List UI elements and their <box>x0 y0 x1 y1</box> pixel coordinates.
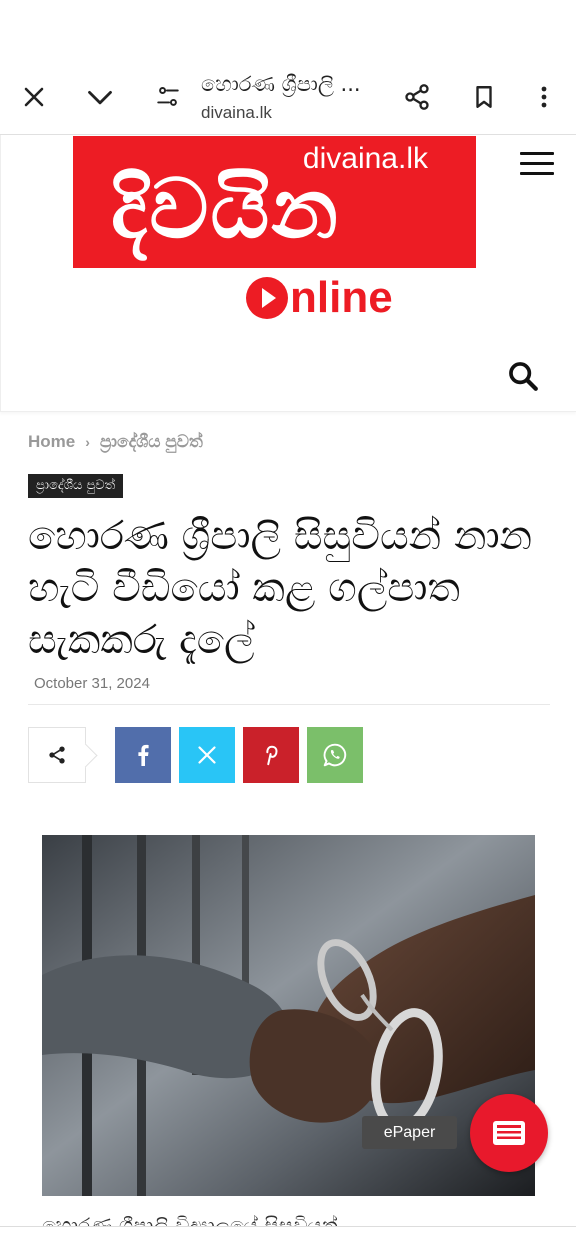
bottom-divider <box>0 1226 576 1227</box>
whatsapp-icon <box>323 743 347 767</box>
epaper-button[interactable] <box>470 1094 548 1172</box>
share-bar <box>28 727 363 783</box>
browser-toolbar: හොරණ ශ්‍රීපාලි ... divaina.lk <box>0 60 576 135</box>
x-share-button[interactable] <box>179 727 235 783</box>
newspaper-icon <box>493 1121 525 1145</box>
breadcrumb-separator: › <box>85 434 90 450</box>
category-tag[interactable]: ප්‍රාදේශීය පුවත් <box>28 474 124 498</box>
breadcrumb-category[interactable]: ප්‍රාදේශීය පුවත් <box>100 432 203 452</box>
facebook-share-button[interactable] <box>115 727 171 783</box>
more-vert-icon[interactable] <box>528 81 560 113</box>
page-title-block[interactable]: හොරණ ශ්‍රීපාලි ... divaina.lk <box>201 72 391 123</box>
logo-online: nline <box>246 273 393 323</box>
article-date: October 31, 2024 <box>34 675 150 692</box>
share-icon <box>49 746 65 764</box>
article-headline: හොරණ ශ්‍රීපාලි සිසුවියන් නාන හැටි වීඩියෝ… <box>28 513 533 663</box>
pinterest-icon <box>266 745 278 766</box>
tune-icon[interactable] <box>152 81 184 113</box>
breadcrumb-home[interactable]: Home <box>28 432 75 452</box>
menu-icon[interactable] <box>520 152 554 176</box>
whatsapp-share-button[interactable] <box>307 727 363 783</box>
share-toggle-button[interactable] <box>28 727 86 783</box>
search-icon[interactable] <box>506 359 540 393</box>
facebook-icon <box>138 744 149 766</box>
page-domain: divaina.lk <box>201 103 272 122</box>
article-image <box>42 835 535 1196</box>
bookmark-icon[interactable] <box>468 81 500 113</box>
logo-wordmark: දිවයින <box>111 162 340 257</box>
logo-online-word: nline <box>290 273 393 322</box>
article-body-start: හොරණ ශ්‍රීපාලි විද්‍යාලයේ සිසුවියන් <box>42 1214 339 1226</box>
chevron-down-icon[interactable] <box>84 81 116 113</box>
play-icon <box>246 277 288 319</box>
status-bar-area <box>0 0 576 60</box>
breadcrumb: Home › ප්‍රාදේශීය පුවත් <box>28 432 203 452</box>
epaper-label[interactable]: ePaper <box>362 1116 457 1149</box>
divider <box>28 704 550 705</box>
close-icon[interactable] <box>18 81 50 113</box>
site-logo[interactable]: divaina.lk දිවයින <box>73 136 476 268</box>
share-icon[interactable] <box>400 80 434 114</box>
site-header: divaina.lk දිවයින nline <box>0 135 576 412</box>
pinterest-share-button[interactable] <box>243 727 299 783</box>
page-title: හොරණ ශ්‍රීපාලි ... <box>201 72 361 96</box>
x-icon <box>198 746 216 764</box>
